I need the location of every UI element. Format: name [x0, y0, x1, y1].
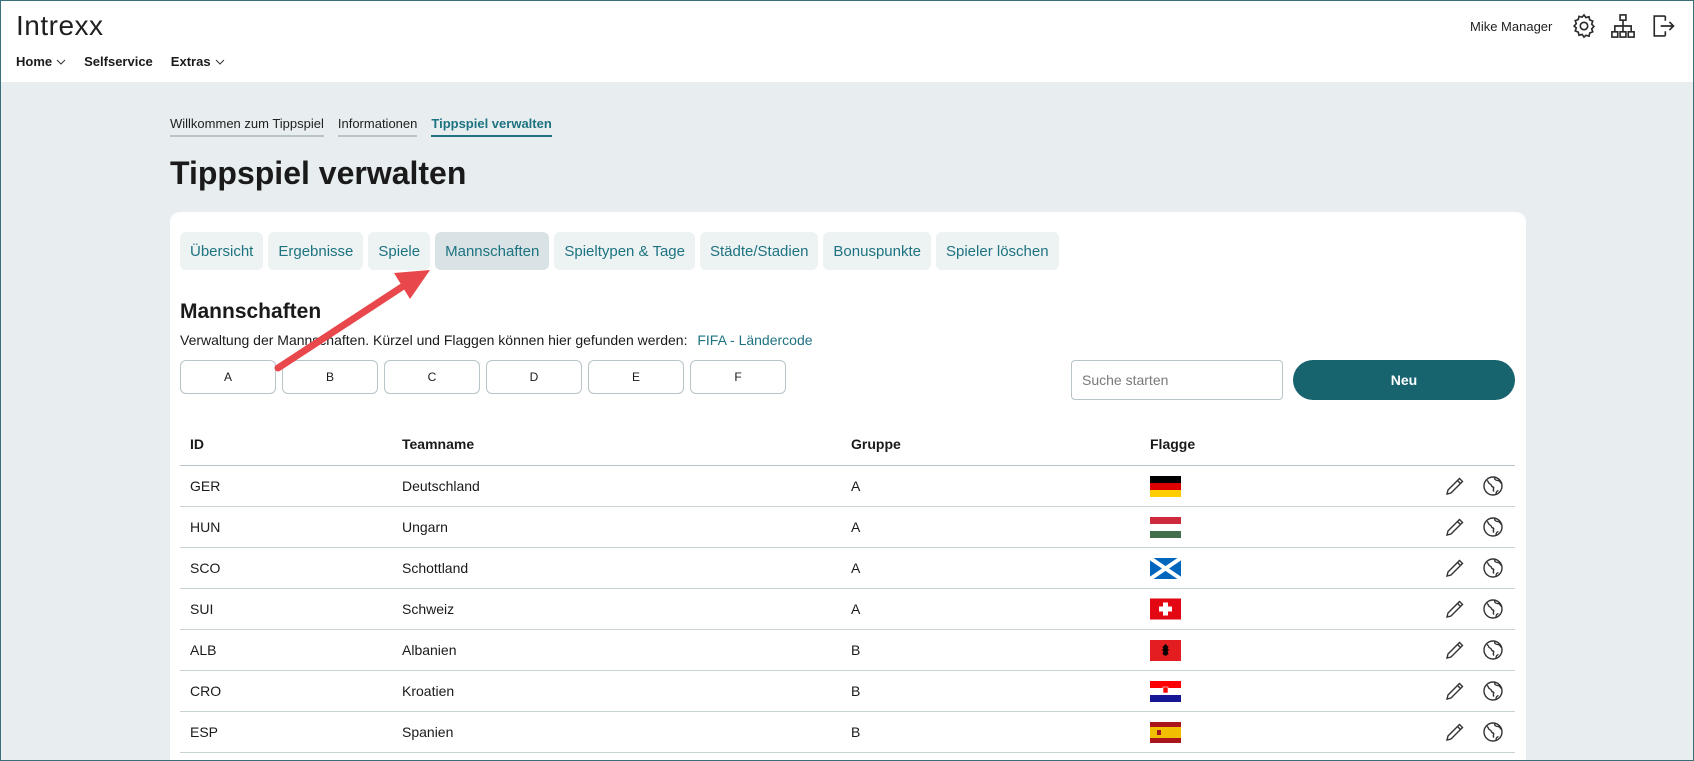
cell-gruppe: A [851, 478, 861, 494]
globe-icon[interactable] [1479, 472, 1507, 500]
cell-id: SCO [190, 560, 221, 576]
column-header-id[interactable]: ID [180, 436, 402, 452]
section-description: Verwaltung der Mannschaften. Kürzel und … [180, 332, 813, 348]
cell-id: ALB [190, 642, 217, 658]
search-input[interactable] [1071, 360, 1283, 400]
tab-ergebnisse[interactable]: Ergebnisse [268, 232, 364, 270]
tab-mannschaften[interactable]: Mannschaften [435, 232, 550, 270]
subnav-welcome[interactable]: Willkommen zum Tippspiel [170, 116, 324, 137]
group-button-f[interactable]: F [690, 360, 786, 394]
flag-switzerland-icon [1150, 598, 1181, 620]
user-name[interactable]: Mike Manager [1470, 19, 1552, 34]
teams-table: ID Teamname Gruppe Flagge GER Deutschlan… [180, 422, 1515, 753]
flag-spain-icon [1150, 721, 1181, 743]
edit-pencil-icon[interactable] [1441, 595, 1469, 623]
cell-teamname: Ungarn [402, 519, 448, 535]
flag-scotland-icon [1150, 557, 1181, 579]
edit-pencil-icon[interactable] [1441, 472, 1469, 500]
group-button-b[interactable]: B [282, 360, 378, 394]
content-card: Übersicht Ergebnisse Spiele Mannschaften… [170, 212, 1526, 761]
column-header-teamname[interactable]: Teamname [402, 436, 851, 452]
edit-pencil-icon[interactable] [1441, 718, 1469, 746]
cell-teamname: Kroatien [402, 683, 455, 699]
tab-spieltypen-tage[interactable]: Spieltypen & Tage [554, 232, 695, 270]
table-row[interactable]: CRO Kroatien B [180, 671, 1515, 712]
cell-teamname: Albanien [402, 642, 457, 658]
group-button-a[interactable]: A [180, 360, 276, 394]
cell-teamname: Schottland [402, 560, 469, 576]
edit-pencil-icon[interactable] [1441, 513, 1469, 541]
subnav-tippspiel-verwalten[interactable]: Tippspiel verwalten [431, 116, 552, 137]
subnav-informationen[interactable]: Informationen [337, 116, 418, 137]
globe-icon[interactable] [1479, 677, 1507, 705]
edit-pencil-icon[interactable] [1441, 636, 1469, 664]
table-row[interactable]: HUN Ungarn A [180, 507, 1515, 548]
nav-extras[interactable]: Extras [171, 54, 225, 69]
cell-gruppe: B [851, 642, 861, 658]
cell-id: GER [190, 478, 221, 494]
flag-germany-icon [1150, 475, 1181, 497]
group-button-d[interactable]: D [486, 360, 582, 394]
tab-spiele[interactable]: Spiele [368, 232, 431, 270]
nav-home[interactable]: Home [16, 54, 66, 69]
chevron-down-icon [215, 59, 224, 65]
nav-extras-label: Extras [170, 54, 211, 69]
nav-selfservice[interactable]: Selfservice [84, 54, 153, 69]
table-row[interactable]: ALB Albanien B [180, 630, 1515, 671]
cell-id: HUN [190, 519, 221, 535]
globe-icon[interactable] [1479, 554, 1507, 582]
group-button-e[interactable]: E [588, 360, 684, 394]
table-header: ID Teamname Gruppe Flagge [180, 422, 1515, 466]
nav-home-label: Home [16, 54, 53, 69]
section-description-text: Verwaltung der Mannschaften. Kürzel und … [180, 332, 688, 348]
cell-teamname: Schweiz [402, 601, 455, 617]
nav-selfservice-label: Selfservice [84, 54, 153, 69]
tab-bar: Übersicht Ergebnisse Spiele Mannschaften… [180, 232, 1059, 270]
cell-gruppe: B [851, 724, 861, 740]
cell-gruppe: A [851, 601, 861, 617]
flag-croatia-icon [1150, 680, 1181, 702]
table-row[interactable]: SUI Schweiz A [180, 589, 1515, 630]
group-button-c[interactable]: C [384, 360, 480, 394]
cell-id: CRO [190, 683, 222, 699]
tab-bonuspunkte[interactable]: Bonuspunkte [823, 232, 931, 270]
top-header: Intrexx Mike Manager Home Selfservice Ex… [0, 0, 1694, 82]
breadcrumb-tabs: Willkommen zum Tippspiel Informationen T… [170, 116, 552, 137]
group-filter: A B C D E F [180, 360, 786, 394]
globe-icon[interactable] [1479, 636, 1507, 664]
table-row[interactable]: GER Deutschland A [180, 466, 1515, 507]
tab-uebersicht[interactable]: Übersicht [180, 232, 264, 270]
column-header-gruppe[interactable]: Gruppe [851, 436, 1150, 452]
page-title: Tippspiel verwalten [170, 155, 467, 191]
chevron-down-icon [56, 59, 66, 65]
cell-id: ESP [190, 724, 219, 740]
fifa-country-code-link[interactable]: FIFA - Ländercode [697, 332, 812, 348]
globe-icon[interactable] [1479, 595, 1507, 623]
cell-gruppe: A [851, 519, 861, 535]
cell-gruppe: B [851, 683, 861, 699]
tab-spieler-loeschen[interactable]: Spieler löschen [936, 232, 1059, 270]
cell-teamname: Deutschland [402, 478, 480, 494]
table-row[interactable]: SCO Schottland A [180, 548, 1515, 589]
tab-staedte-stadien[interactable]: Städte/Stadien [700, 232, 819, 270]
flag-hungary-icon [1150, 516, 1181, 538]
cell-gruppe: A [851, 560, 861, 576]
edit-pencil-icon[interactable] [1441, 554, 1469, 582]
column-header-flagge[interactable]: Flagge [1150, 436, 1410, 452]
table-row[interactable]: ESP Spanien B [180, 712, 1515, 753]
section-title: Mannschaften [180, 300, 322, 323]
new-button[interactable]: Neu [1293, 360, 1515, 400]
flag-albania-icon [1150, 639, 1181, 661]
globe-icon[interactable] [1479, 513, 1507, 541]
globe-icon[interactable] [1479, 718, 1507, 746]
edit-pencil-icon[interactable] [1441, 677, 1469, 705]
app-logo[interactable]: Intrexx [16, 10, 104, 42]
cell-teamname: Spanien [402, 724, 454, 740]
gear-icon[interactable] [1570, 12, 1598, 40]
main-navigation: Home Selfservice Extras [16, 54, 225, 69]
logout-icon[interactable] [1649, 12, 1677, 40]
cell-id: SUI [190, 601, 214, 617]
sitemap-icon[interactable] [1609, 12, 1637, 40]
